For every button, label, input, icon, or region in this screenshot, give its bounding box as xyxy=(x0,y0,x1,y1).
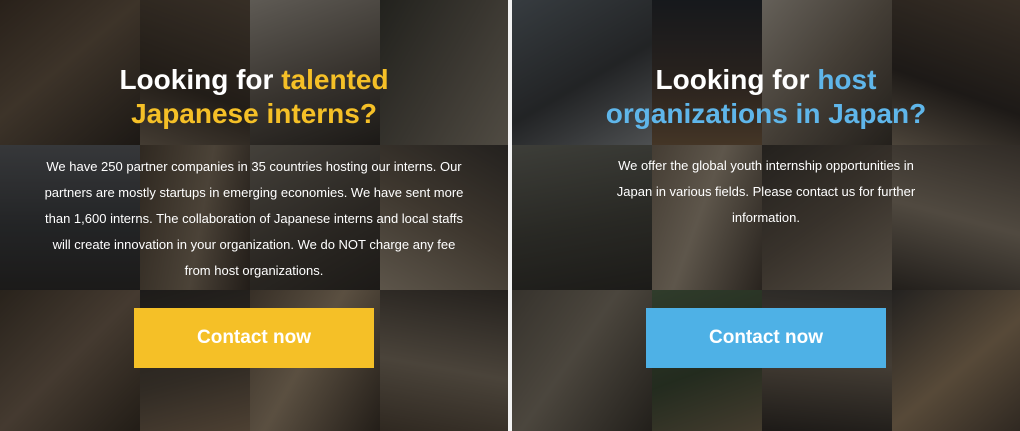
heading-highlight: Japanese interns? xyxy=(131,98,377,129)
host-description: We offer the global youth internship opp… xyxy=(616,158,916,225)
heading-highlight: host xyxy=(817,64,877,95)
heading-highlight: organizations in Japan? xyxy=(605,98,927,129)
contact-now-button[interactable]: Contact now xyxy=(134,308,374,368)
interns-description: We have 250 partner companies in 35 coun… xyxy=(44,159,464,278)
heading-prefix: Looking for xyxy=(655,64,818,95)
interns-heading: Looking for talented Japanese interns? xyxy=(119,63,388,131)
host-organizations-panel: Looking for host organizations in Japan?… xyxy=(512,0,1020,431)
page: Looking for talented Japanese interns? W… xyxy=(0,0,1020,431)
heading-highlight: talented xyxy=(281,64,389,95)
interns-panel: Looking for talented Japanese interns? W… xyxy=(0,0,508,431)
heading-prefix: Looking for xyxy=(119,64,282,95)
host-heading: Looking for host organizations in Japan? xyxy=(606,63,926,131)
contact-now-button[interactable]: Contact now xyxy=(646,308,886,368)
